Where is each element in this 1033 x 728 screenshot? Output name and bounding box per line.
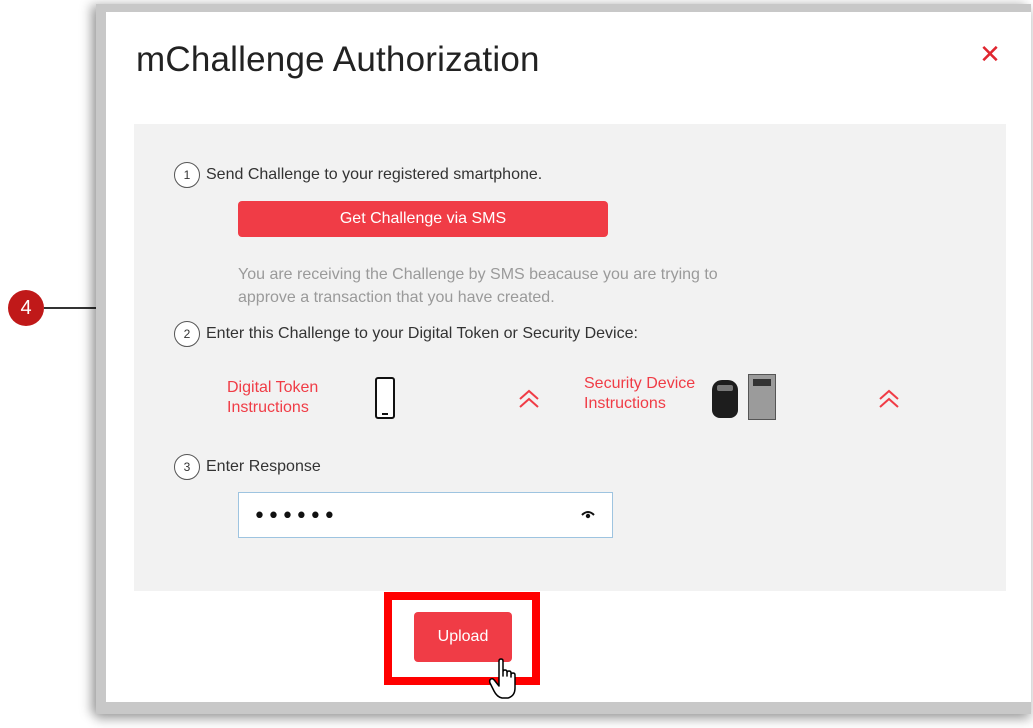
smartphone-icon (375, 377, 395, 419)
step-3: 3 Enter Response (174, 454, 321, 480)
security-device-instructions-link[interactable]: Security Device Instructions (584, 374, 695, 414)
dialog-title: mChallenge Authorization (136, 40, 540, 79)
mchallenge-dialog: mChallenge Authorization ✕ 1 Send Challe… (106, 12, 1031, 702)
security-token-icon (712, 380, 738, 418)
step-3-text: Enter Response (206, 458, 321, 475)
step-1: 1 Send Challenge to your registered smar… (174, 162, 542, 188)
hand-pointer-icon (488, 658, 516, 699)
callout-number-badge: 4 (8, 290, 44, 326)
step-2-text: Enter this Challenge to your Digital Tok… (206, 325, 638, 342)
sms-info-line-2: approve a transaction that you have crea… (238, 289, 555, 306)
security-device-label-line-1: Security Device (584, 375, 696, 392)
chevron-double-up-icon[interactable] (876, 386, 902, 412)
response-field[interactable] (238, 492, 613, 539)
chevron-double-up-icon[interactable] (516, 386, 542, 412)
close-button[interactable]: ✕ (976, 40, 1004, 68)
digital-token-instructions-link[interactable]: Digital Token Instructions (227, 378, 318, 418)
digital-token-label-line-1: Digital Token (227, 379, 319, 396)
upload-button[interactable]: Upload (414, 612, 512, 662)
step-1-number: 1 (174, 162, 200, 188)
sms-info-text: You are receiving the Challenge by SMS b… (238, 263, 818, 309)
response-input[interactable] (251, 493, 575, 539)
step-2-number: 2 (174, 321, 200, 347)
close-icon: ✕ (979, 39, 1001, 69)
eye-icon[interactable] (581, 508, 595, 522)
security-device-label-line-2: Instructions (584, 395, 666, 412)
card-reader-icon (748, 374, 776, 420)
step-3-number: 3 (174, 454, 200, 480)
challenge-panel: 1 Send Challenge to your registered smar… (134, 124, 1006, 591)
digital-token-label-line-2: Instructions (227, 399, 309, 416)
sms-info-line-1: You are receiving the Challenge by SMS b… (238, 266, 718, 283)
step-1-text: Send Challenge to your registered smartp… (206, 166, 543, 183)
get-challenge-sms-button[interactable]: Get Challenge via SMS (238, 201, 608, 237)
step-2: 2 Enter this Challenge to your Digital T… (174, 321, 638, 347)
